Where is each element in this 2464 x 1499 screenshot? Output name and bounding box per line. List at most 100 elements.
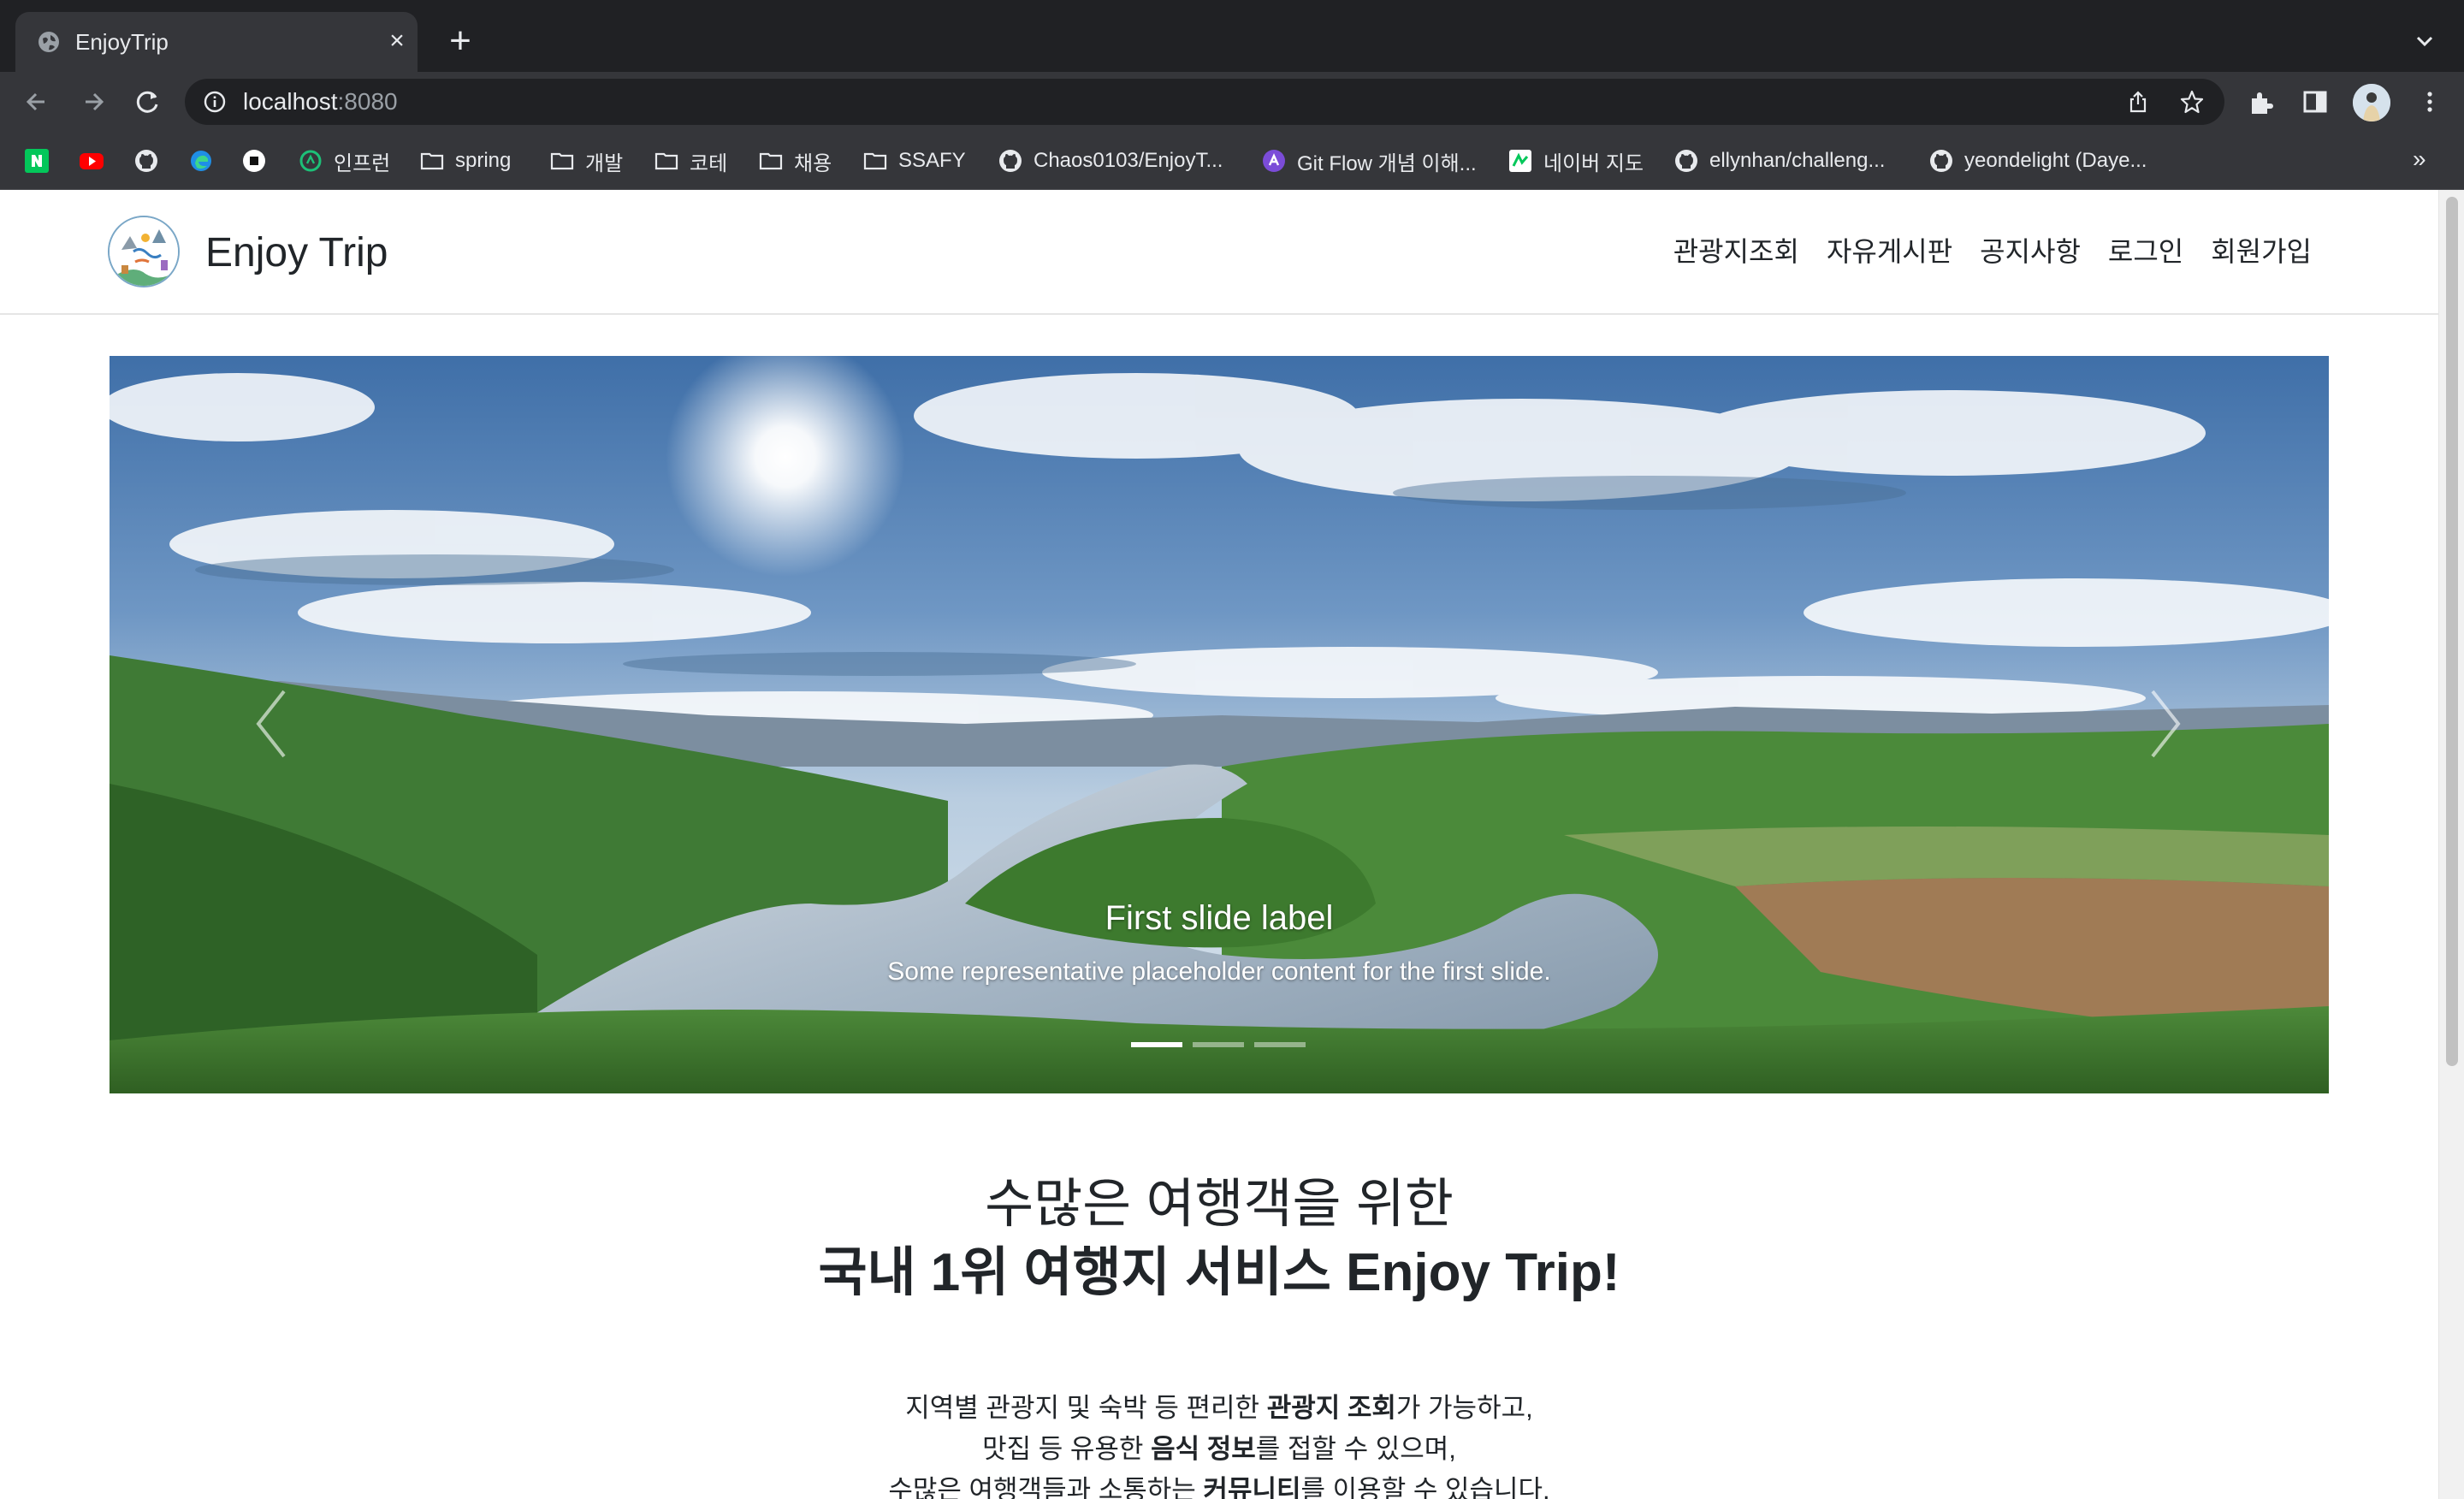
- carousel-indicators: [1131, 1042, 1306, 1047]
- bookmark-inflearn[interactable]: 인프런: [298, 144, 390, 178]
- bookmark-gitflow[interactable]: Git Flow 개념 이해...: [1261, 144, 1477, 178]
- bookmark-label: 인프런: [334, 151, 391, 175]
- profile-avatar[interactable]: [2353, 84, 2390, 121]
- hero-carousel: First slide label Some representative pl…: [110, 356, 2329, 1093]
- menu-kebab-icon[interactable]: [2414, 86, 2445, 117]
- bookmark-edge[interactable]: [188, 144, 214, 178]
- site-header: Enjoy Trip 관광지조회 자유게시판 공지사항 로그인 회원가입: [0, 190, 2438, 315]
- bookmark-github[interactable]: [133, 144, 159, 178]
- bookmark-label: SSAFY: [898, 149, 966, 172]
- nav-attractions[interactable]: 관광지조회: [1673, 233, 1799, 270]
- naver-map-icon: [1507, 148, 1533, 174]
- bookmark-label: 개발: [585, 151, 624, 175]
- folder-icon: [758, 148, 784, 174]
- site-nav: 관광지조회 자유게시판 공지사항 로그인 회원가입: [1673, 233, 2312, 270]
- browser-tab-bar: EnjoyTrip × +: [0, 0, 2464, 72]
- bookmark-label: 코테: [690, 151, 728, 175]
- youtube-icon: [79, 148, 104, 174]
- back-icon[interactable]: [19, 84, 55, 120]
- gitflow-icon: [1261, 148, 1287, 174]
- github-icon: [1673, 148, 1699, 174]
- slide-caption-text: Some representative placeholder content …: [887, 957, 1551, 986]
- browser-toolbar: localhost:8080: [0, 72, 2464, 132]
- intro-line-1: 지역별 관광지 및 숙박 등 편리한 관광지 조회가 가능하고,: [0, 1388, 2438, 1429]
- bookmarks-bar: 인프런 spring 개발 코테 채용 SSAFY Chaos0103/Enjo…: [0, 132, 2464, 190]
- forward-icon[interactable]: [75, 84, 111, 120]
- bookmark-label: yeondelight (Daye...: [1964, 149, 2147, 172]
- bookmark-star-icon[interactable]: [2178, 88, 2206, 116]
- nav-notice[interactable]: 공지사항: [1980, 233, 2081, 270]
- bookmark-naver-map[interactable]: 네이버 지도: [1507, 144, 1644, 178]
- extensions-icon[interactable]: [2247, 86, 2277, 117]
- bookmark-folder-ssafy[interactable]: SSAFY: [862, 144, 966, 178]
- indicator-1[interactable]: [1131, 1042, 1182, 1047]
- intro-line-3: 수많은 여행객들과 소통하는 커뮤니티를 이용할 수 있습니다.: [0, 1470, 2438, 1499]
- new-tab-icon[interactable]: +: [443, 22, 477, 60]
- bookmark-label: 네이버 지도: [1543, 151, 1644, 175]
- app-icon: [241, 148, 267, 174]
- nav-free-board[interactable]: 자유게시판: [1827, 233, 1952, 270]
- url-host: localhost: [243, 88, 338, 115]
- url-port: :8080: [337, 88, 398, 115]
- intro-text: 수많은 여행객들과 소통하는: [888, 1475, 1204, 1499]
- url-text[interactable]: localhost:8080: [243, 88, 398, 116]
- bookmark-app[interactable]: [241, 144, 267, 178]
- intro-text: 가 가능하고,: [1395, 1393, 1533, 1423]
- nav-signup[interactable]: 회원가입: [2211, 233, 2312, 270]
- bookmark-folder-dev[interactable]: 개발: [549, 144, 623, 178]
- logo-image: [110, 217, 178, 286]
- intro-emphasis: 관광지 조회: [1266, 1393, 1396, 1423]
- carousel-prev-icon[interactable]: [246, 681, 298, 767]
- intro-emphasis: 음식 정보: [1151, 1434, 1256, 1464]
- inflearn-icon: [298, 148, 323, 174]
- intro-line-2: 맛집 등 유용한 음식 정보를 접할 수 있으며,: [0, 1429, 2438, 1470]
- github-icon: [1928, 148, 1954, 174]
- scrollbar-thumb[interactable]: [2446, 197, 2458, 1066]
- bookmark-youtube[interactable]: [79, 144, 104, 178]
- folder-icon: [549, 148, 575, 174]
- github-icon: [133, 148, 159, 174]
- indicator-3[interactable]: [1254, 1042, 1306, 1047]
- intro-emphasis: 커뮤니티: [1203, 1475, 1301, 1499]
- bookmark-label: ellynhan/challeng...: [1709, 149, 1886, 172]
- web-page: Enjoy Trip 관광지조회 자유게시판 공지사항 로그인 회원가입 Fir…: [0, 190, 2464, 1499]
- bookmark-folder-hiring[interactable]: 채용: [758, 144, 832, 178]
- carousel-next-icon[interactable]: [2139, 681, 2190, 767]
- bookmark-chaos[interactable]: Chaos0103/EnjoyT...: [998, 144, 1223, 178]
- bookmark-naver[interactable]: [24, 144, 50, 178]
- reload-icon[interactable]: [130, 84, 166, 120]
- bookmark-label: 채용: [794, 151, 832, 175]
- folder-icon: [862, 148, 888, 174]
- page-scrollbar[interactable]: [2438, 190, 2464, 1499]
- address-bar[interactable]: localhost:8080: [185, 79, 2224, 125]
- github-icon: [998, 148, 1023, 174]
- bookmarks-overflow-icon[interactable]: »: [2413, 145, 2426, 173]
- tab-close-icon[interactable]: ×: [383, 27, 411, 55]
- info-icon[interactable]: [202, 89, 228, 115]
- folder-icon: [419, 148, 445, 174]
- bookmark-label: Git Flow 개념 이해...: [1297, 151, 1477, 175]
- share-icon[interactable]: [2125, 89, 2151, 115]
- naver-icon: [24, 148, 50, 174]
- browser-tab[interactable]: EnjoyTrip ×: [15, 12, 418, 72]
- intro-text: 를 이용할 수 있습니다.: [1300, 1475, 1550, 1499]
- intro-headline: 수많은 여행객을 위한: [985, 1175, 1454, 1234]
- nav-login[interactable]: 로그인: [2108, 233, 2183, 270]
- site-brand[interactable]: Enjoy Trip: [205, 229, 388, 277]
- bookmark-folder-spring[interactable]: spring: [419, 144, 511, 178]
- bookmark-label: Chaos0103/EnjoyT...: [1034, 149, 1223, 172]
- tab-search-chevron-icon[interactable]: [2409, 26, 2440, 56]
- bookmark-folder-cote[interactable]: 코테: [654, 144, 727, 178]
- slide-caption-title: First slide label: [1105, 899, 1334, 937]
- site-logo[interactable]: [108, 216, 180, 287]
- intro-text: 지역별 관광지 및 숙박 등 편리한: [905, 1393, 1267, 1423]
- tab-title: EnjoyTrip: [75, 29, 169, 55]
- intro-headline-strong: 국내 1위 여행지 서비스 Enjoy Trip!: [818, 1243, 1620, 1302]
- bookmark-label: spring: [455, 149, 512, 172]
- bookmark-yeondelight[interactable]: yeondelight (Daye...: [1928, 144, 2147, 178]
- edge-icon: [188, 148, 214, 174]
- bookmark-ellynhan[interactable]: ellynhan/challeng...: [1673, 144, 1885, 178]
- side-panel-icon[interactable]: [2300, 86, 2331, 117]
- indicator-2[interactable]: [1193, 1042, 1244, 1047]
- intro-text: 맛집 등 유용한: [982, 1434, 1152, 1464]
